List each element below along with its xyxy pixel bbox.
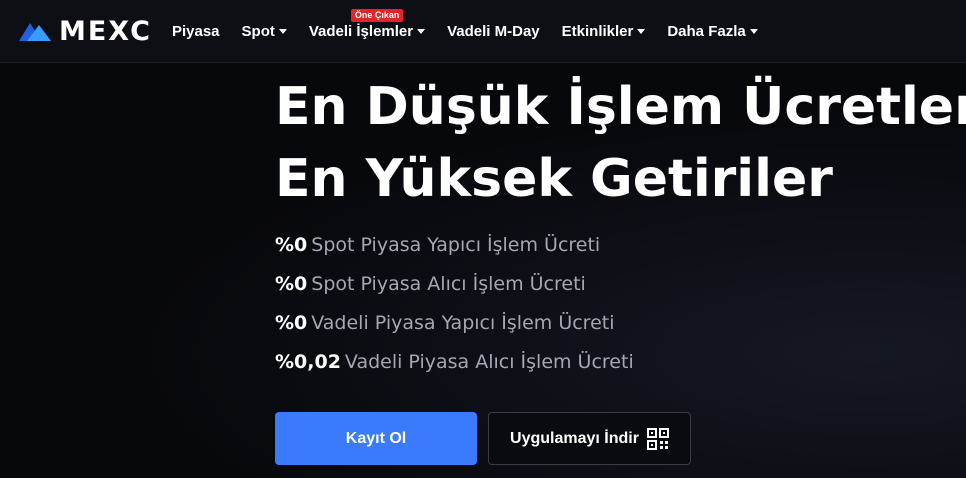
nav-item-etkinlikler[interactable]: Etkinlikler (562, 23, 646, 40)
nav-item-vadeli-islemler[interactable]: Öne Çıkan Vadeli İşlemler (308, 8, 426, 40)
brand-name: MEXC (59, 15, 152, 47)
qr-code-icon (646, 427, 669, 450)
fee-percent: %0 (275, 312, 308, 334)
fee-description: Spot Piyasa Alıcı İşlem Ücreti (311, 273, 586, 295)
top-navbar: MEXC Piyasa Spot Öne Çıkan Vadeli İşleml… (0, 0, 966, 63)
mexc-mountain-logo-icon (19, 23, 51, 41)
fee-percent: %0,02 (275, 351, 341, 373)
featured-badge: Öne Çıkan (350, 8, 404, 22)
main-nav: Piyasa Spot Öne Çıkan Vadeli İşlemler Va… (172, 0, 780, 62)
fee-item: %0 Spot Piyasa Yapıcı İşlem Ücreti (275, 226, 634, 265)
register-button-label: Kayıt Ol (345, 429, 407, 447)
fee-item: %0,02 Vadeli Piyasa Alıcı İşlem Ücreti (275, 343, 634, 382)
fee-percent: %0 (275, 234, 308, 256)
fee-list: %0 Spot Piyasa Yapıcı İşlem Ücreti %0 Spot… (275, 226, 634, 382)
fee-description: Vadeli Piyasa Alıcı İşlem Ücreti (344, 351, 634, 373)
nav-item-daha-fazla[interactable]: Daha Fazla (667, 22, 758, 40)
headline-line-1: En Düşük İşlem Ücretleri (275, 77, 966, 137)
nav-item-label: Spot (241, 22, 275, 40)
nav-item-piyasa[interactable]: Piyasa (172, 23, 220, 40)
fee-percent: %0 (275, 273, 308, 295)
download-button-label: Uygulamayı İndir (510, 429, 639, 447)
nav-item-label: Piyasa (171, 22, 220, 40)
fee-description: Vadeli Piyasa Yapıcı İşlem Ücreti (311, 312, 615, 334)
nav-item-label: Etkinlikler (561, 22, 634, 40)
download-app-button[interactable]: Uygulamayı İndir (488, 412, 691, 465)
caret-down-icon (278, 29, 287, 34)
nav-item-label: Daha Fazla (667, 22, 746, 40)
fee-item: %0 Vadeli Piyasa Yapıcı İşlem Ücreti (275, 304, 634, 343)
caret-down-icon (637, 29, 646, 34)
caret-down-icon (417, 29, 426, 34)
register-button[interactable]: Kayıt Ol (275, 412, 477, 465)
nav-item-vadeli-m-day[interactable]: Vadeli M-Day (447, 23, 540, 40)
hero-headline: En Düşük İşlem Ücretleri En Yüksek Getir… (275, 71, 966, 215)
hero-section: En Düşük İşlem Ücretleri En Yüksek Getir… (0, 63, 966, 478)
nav-item-label: Vadeli M-Day (447, 22, 540, 40)
nav-item-spot[interactable]: Spot (242, 23, 287, 40)
mexc-logo[interactable]: MEXC (17, 18, 152, 45)
nav-item-label: Vadeli İşlemler (308, 22, 414, 40)
fee-item: %0 Spot Piyasa Alıcı İşlem Ücreti (275, 265, 634, 304)
caret-down-icon (749, 29, 758, 34)
headline-line-2: En Yüksek Getiriler (275, 149, 833, 209)
fee-description: Spot Piyasa Yapıcı İşlem Ücreti (311, 234, 601, 256)
